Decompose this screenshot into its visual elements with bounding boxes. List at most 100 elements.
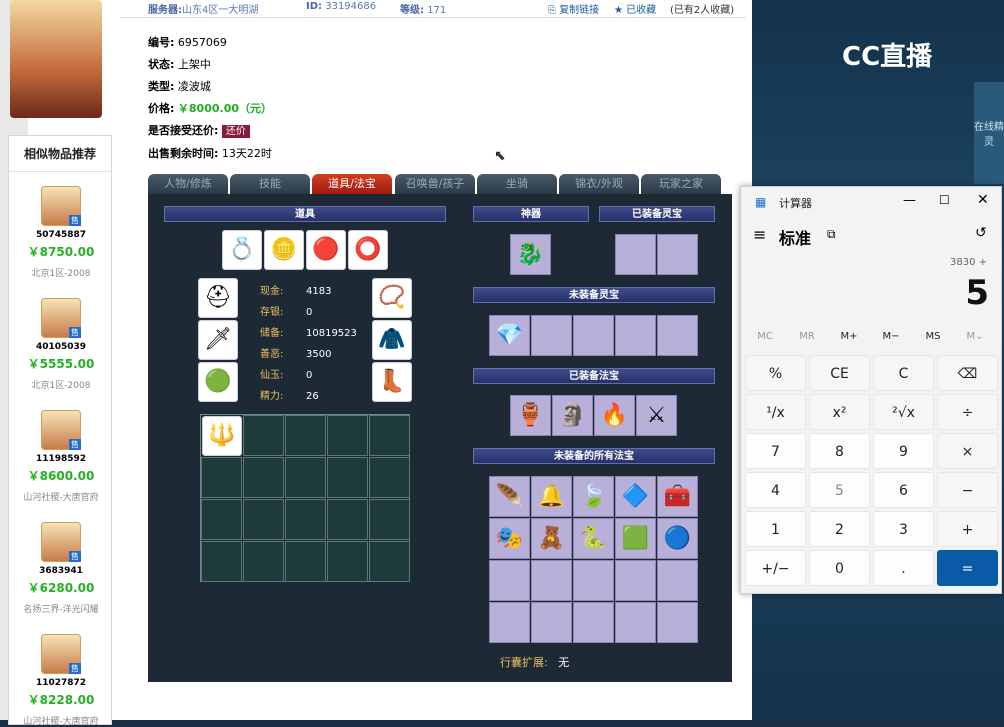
- treasure-slot[interactable]: [615, 560, 656, 601]
- recommend-thumb[interactable]: 售: [41, 634, 81, 674]
- jade-icon[interactable]: 🔷: [615, 476, 656, 517]
- recommend-thumb[interactable]: 售: [41, 298, 81, 338]
- plus-button[interactable]: +: [937, 511, 998, 547]
- feather-icon[interactable]: 🪶: [489, 476, 530, 517]
- inventory-slot[interactable]: [201, 541, 242, 582]
- divide-button[interactable]: ÷: [937, 394, 998, 430]
- gold-icon[interactable]: 🪙: [264, 230, 304, 270]
- inventory-slot[interactable]: [369, 499, 410, 540]
- tab-pets[interactable]: 召唤兽/孩子: [395, 174, 475, 194]
- artifact-icon[interactable]: 🐉: [510, 234, 551, 275]
- minus-button[interactable]: −: [937, 472, 998, 508]
- recommend-thumb[interactable]: 售: [41, 186, 81, 226]
- belt-icon[interactable]: 🟢: [198, 362, 238, 402]
- recommend-item[interactable]: 售 40105039 ￥5555.00 北京1区-2008: [9, 298, 113, 391]
- inventory-slot[interactable]: [327, 541, 368, 582]
- multiply-button[interactable]: ×: [937, 433, 998, 469]
- necklace-icon[interactable]: 📿: [372, 278, 412, 318]
- inventory-slot[interactable]: [369, 541, 410, 582]
- gourd-icon[interactable]: 🏺: [510, 395, 551, 436]
- treasure-slot[interactable]: [573, 560, 614, 601]
- snake-icon[interactable]: 🐍: [573, 518, 614, 559]
- percent-button[interactable]: %: [745, 355, 806, 391]
- inventory-slot[interactable]: [201, 499, 242, 540]
- copy-link-button[interactable]: ⎘ 复制链接: [548, 1, 599, 16]
- spirit-slot[interactable]: [657, 234, 698, 275]
- close-icon[interactable]: ✕: [977, 192, 989, 208]
- bell-icon[interactable]: 🔔: [531, 476, 572, 517]
- tab-character[interactable]: 人物/修炼: [148, 174, 228, 194]
- clear-button[interactable]: C: [873, 355, 934, 391]
- equals-button[interactable]: =: [937, 550, 998, 586]
- treasure-slot[interactable]: [657, 560, 698, 601]
- tab-items[interactable]: 道具/法宝: [312, 174, 392, 194]
- spirit-slot[interactable]: [615, 315, 656, 356]
- history-icon[interactable]: ↺: [975, 225, 987, 241]
- tab-mounts[interactable]: 坐骑: [477, 174, 557, 194]
- digit-9-button[interactable]: 9: [873, 433, 934, 469]
- inventory-slot[interactable]: [285, 415, 326, 456]
- gem-icon[interactable]: 🔴: [306, 230, 346, 270]
- online-spirit-button[interactable]: 在线精灵: [974, 82, 1004, 184]
- treasure-slot[interactable]: [573, 602, 614, 643]
- bracelet-icon[interactable]: ⭕: [348, 230, 388, 270]
- inventory-slot[interactable]: [243, 457, 284, 498]
- recommend-item[interactable]: 售 3683941 ￥6280.00 名扬三界-洋光闪耀: [9, 522, 113, 615]
- digit-5-button[interactable]: 5: [809, 472, 870, 508]
- weapon-icon[interactable]: 🗡: [198, 320, 238, 360]
- chest-icon[interactable]: 🧰: [657, 476, 698, 517]
- treasure-slot[interactable]: [531, 602, 572, 643]
- memory-recall[interactable]: MR: [787, 331, 827, 342]
- recommend-item[interactable]: 售 11198592 ￥8600.00 山河社稷-大唐官府: [9, 410, 113, 503]
- crystal-icon[interactable]: 💎: [489, 315, 530, 356]
- mask-icon[interactable]: 🎭: [489, 518, 530, 559]
- inventory-slot[interactable]: [285, 499, 326, 540]
- digit-7-button[interactable]: 7: [745, 433, 806, 469]
- inventory-slot[interactable]: [327, 499, 368, 540]
- tab-skills[interactable]: 技能: [230, 174, 310, 194]
- inventory-slot[interactable]: [201, 457, 242, 498]
- tab-outfits[interactable]: 锦衣/外观: [559, 174, 639, 194]
- memory-store[interactable]: MS: [913, 331, 953, 342]
- tab-home[interactable]: 玩家之家: [641, 174, 721, 194]
- decimal-button[interactable]: .: [873, 550, 934, 586]
- keep-on-top-icon[interactable]: ⧉: [827, 227, 836, 242]
- sqrt-button[interactable]: ²√x: [873, 394, 934, 430]
- inventory-slot[interactable]: [243, 499, 284, 540]
- memory-subtract[interactable]: M−: [871, 331, 911, 342]
- inventory-slot[interactable]: [327, 457, 368, 498]
- sword-icon[interactable]: ⚔: [636, 395, 677, 436]
- inventory-slot[interactable]: [285, 457, 326, 498]
- orb-icon[interactable]: 🔵: [657, 518, 698, 559]
- digit-3-button[interactable]: 3: [873, 511, 934, 547]
- digit-0-button[interactable]: 0: [809, 550, 870, 586]
- inventory-slot[interactable]: [327, 415, 368, 456]
- digit-8-button[interactable]: 8: [809, 433, 870, 469]
- memory-list[interactable]: M⌄: [955, 331, 995, 342]
- treasure-slot[interactable]: [489, 602, 530, 643]
- memory-add[interactable]: M+: [829, 331, 869, 342]
- menu-icon[interactable]: ≡: [753, 225, 766, 244]
- recommend-item[interactable]: 售 50745887 ￥8750.00 北京1区-2008: [9, 186, 113, 279]
- memory-clear[interactable]: MC: [745, 331, 785, 342]
- staff-icon[interactable]: 🔱: [202, 416, 242, 456]
- recommend-thumb[interactable]: 售: [41, 522, 81, 562]
- inventory-slot[interactable]: [369, 415, 410, 456]
- square-button[interactable]: x²: [809, 394, 870, 430]
- digit-6-button[interactable]: 6: [873, 472, 934, 508]
- flame-icon[interactable]: 🔥: [594, 395, 635, 436]
- digit-1-button[interactable]: 1: [745, 511, 806, 547]
- spirit-slot[interactable]: [573, 315, 614, 356]
- backspace-button[interactable]: ⌫: [937, 355, 998, 391]
- spirit-slot[interactable]: [615, 234, 656, 275]
- leaf-icon[interactable]: 🍃: [573, 476, 614, 517]
- digit-4-button[interactable]: 4: [745, 472, 806, 508]
- figure-icon[interactable]: 🗿: [552, 395, 593, 436]
- boots-icon[interactable]: 👢: [372, 362, 412, 402]
- favorite-button[interactable]: ★ 已收藏: [614, 1, 656, 16]
- spirit-slot[interactable]: [657, 315, 698, 356]
- treasure-slot[interactable]: [531, 560, 572, 601]
- inventory-slot[interactable]: [243, 541, 284, 582]
- inventory-slot[interactable]: [369, 457, 410, 498]
- maximize-icon[interactable]: ☐: [939, 193, 950, 207]
